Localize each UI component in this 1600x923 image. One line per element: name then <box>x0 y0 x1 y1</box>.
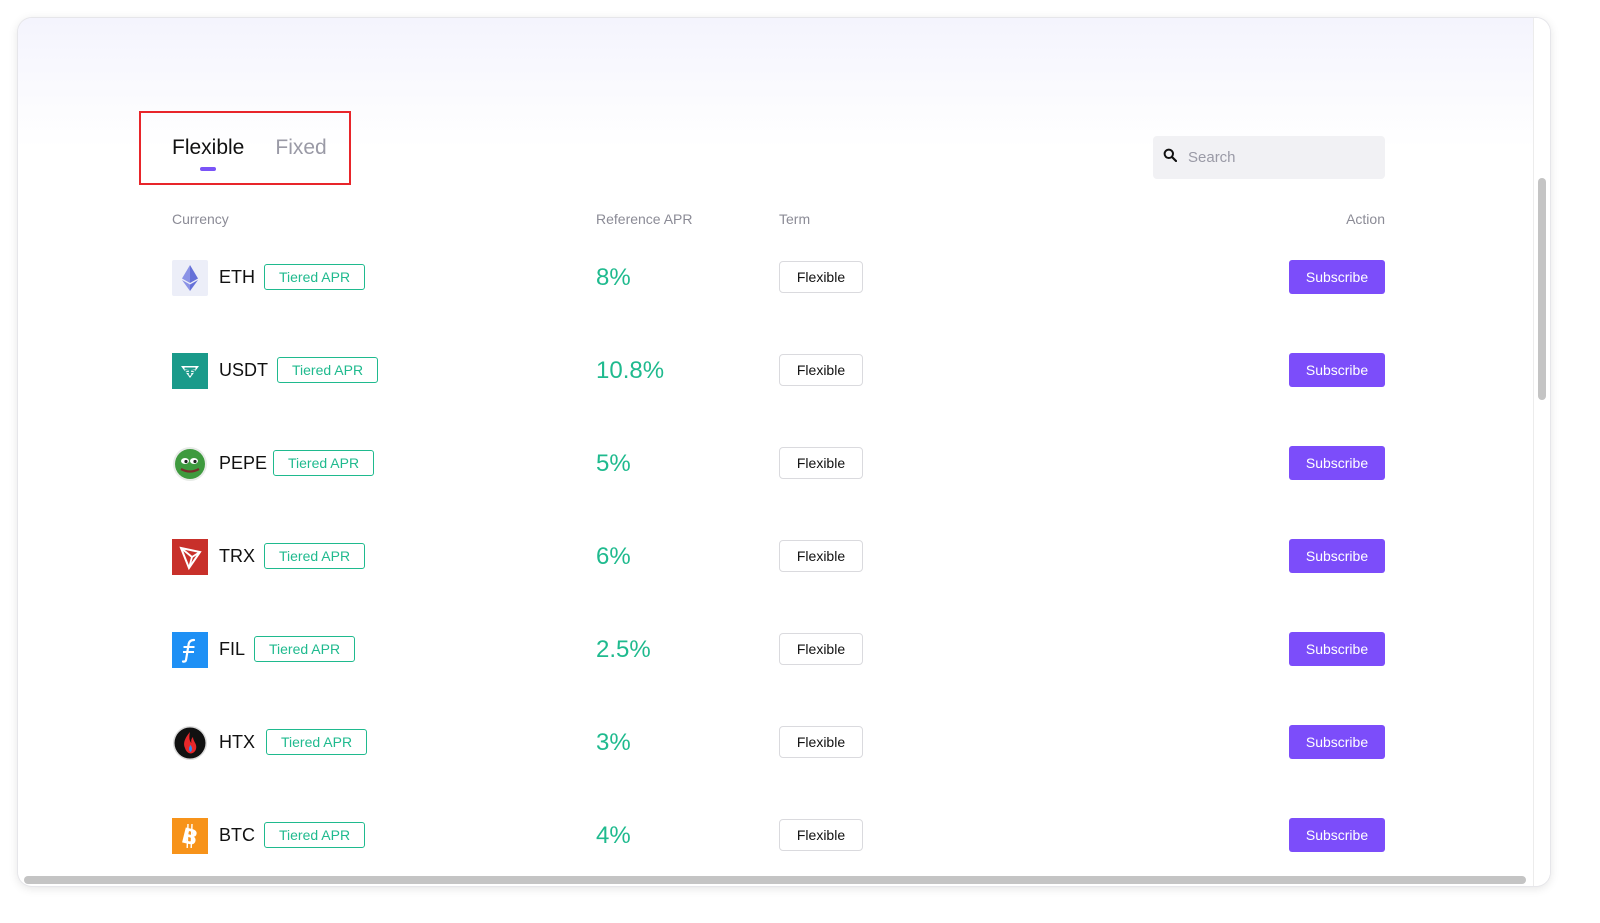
tab-fixed-label: Fixed <box>275 136 327 159</box>
tiered-apr-badge[interactable]: Tiered APR <box>277 357 379 383</box>
term-tag: Flexible <box>779 633 863 665</box>
trx-icon <box>172 539 208 575</box>
term-tag: Flexible <box>779 354 863 386</box>
term-tag: Flexible <box>779 819 863 851</box>
table-row: FIL Tiered APR 2.5% Flexible Subscribe <box>172 630 1385 670</box>
fil-icon <box>172 632 208 668</box>
btc-icon: B <box>172 818 208 854</box>
subscribe-button[interactable]: Subscribe <box>1289 818 1385 852</box>
term-tag: Flexible <box>779 447 863 479</box>
tiered-apr-badge[interactable]: Tiered APR <box>254 636 356 662</box>
tab-fixed[interactable]: Fixed <box>275 136 326 170</box>
tiered-apr-badge[interactable]: Tiered APR <box>266 729 368 755</box>
subscribe-button[interactable]: Subscribe <box>1289 260 1385 294</box>
table-row: USDT Tiered APR 10.8% Flexible Subscribe <box>172 351 1385 391</box>
header-term: Term <box>779 211 811 227</box>
horizontal-scrollbar[interactable] <box>24 876 1526 884</box>
header-currency: Currency <box>172 211 229 227</box>
vertical-scrollbar-thumb[interactable] <box>1538 178 1546 400</box>
active-tab-indicator <box>200 167 217 171</box>
term-tag: Flexible <box>779 261 863 293</box>
search-input[interactable] <box>1186 148 1380 167</box>
reference-apr-value: 5% <box>596 450 631 477</box>
vertical-scrollbar[interactable] <box>1533 18 1550 886</box>
tab-flexible[interactable]: Flexible <box>172 136 245 171</box>
app-window: Flexible Fixed Currency Reference APR Te… <box>18 18 1550 886</box>
currency-symbol: USDT <box>219 360 268 380</box>
pepe-icon <box>172 446 208 482</box>
currency-symbol: BTC <box>219 825 255 845</box>
term-tabs: Flexible Fixed <box>172 136 327 171</box>
currency-symbol: ETH <box>219 267 255 287</box>
subscribe-button[interactable]: Subscribe <box>1289 632 1385 666</box>
tab-flexible-label: Flexible <box>172 136 245 159</box>
table-row: ETH Tiered APR 8% Flexible Subscribe <box>172 258 1385 298</box>
search-icon <box>1163 148 1178 167</box>
currency-symbol: TRX <box>219 546 255 566</box>
reference-apr-value: 10.8% <box>596 357 665 384</box>
tiered-apr-badge[interactable]: Tiered APR <box>264 543 366 569</box>
reference-apr-value: 6% <box>596 543 631 570</box>
search-box[interactable] <box>1153 136 1385 179</box>
subscribe-button[interactable]: Subscribe <box>1289 725 1385 759</box>
reference-apr-value: 4% <box>596 822 631 849</box>
header-action: Action <box>1346 211 1385 227</box>
currency-symbol: PEPE <box>219 453 268 473</box>
subscribe-button[interactable]: Subscribe <box>1289 353 1385 387</box>
subscribe-button[interactable]: Subscribe <box>1289 539 1385 573</box>
htx-icon <box>172 725 208 761</box>
eth-icon <box>172 260 208 296</box>
header-reference-apr: Reference APR <box>596 211 693 227</box>
reference-apr-value: 3% <box>596 729 631 756</box>
tiered-apr-badge[interactable]: Tiered APR <box>273 450 375 476</box>
subscribe-button[interactable]: Subscribe <box>1289 446 1385 480</box>
currency-symbol: HTX <box>219 732 255 752</box>
term-tag: Flexible <box>779 540 863 572</box>
reference-apr-value: 2.5% <box>596 636 651 663</box>
tiered-apr-badge[interactable]: Tiered APR <box>264 822 366 848</box>
usdt-icon <box>172 353 208 389</box>
table-row: TRX Tiered APR 6% Flexible Subscribe <box>172 537 1385 577</box>
reference-apr-value: 8% <box>596 264 631 291</box>
currency-symbol: FIL <box>219 639 246 659</box>
term-tag: Flexible <box>779 726 863 758</box>
table-row: PEPE Tiered APR 5% Flexible Subscribe <box>172 444 1385 484</box>
tiered-apr-badge[interactable]: Tiered APR <box>264 264 366 290</box>
table-row: B BTC Tiered APR 4% Flexible Subscribe <box>172 816 1385 856</box>
table-row: HTX Tiered APR 3% Flexible Subscribe <box>172 723 1385 763</box>
